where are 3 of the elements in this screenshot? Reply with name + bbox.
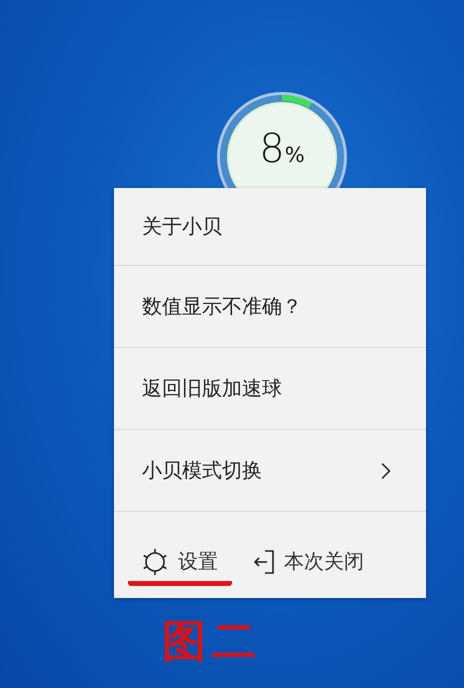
percent-value: 8 [259,125,285,173]
percent-unit: % [284,143,305,167]
caption-label: 图二 [162,615,262,669]
